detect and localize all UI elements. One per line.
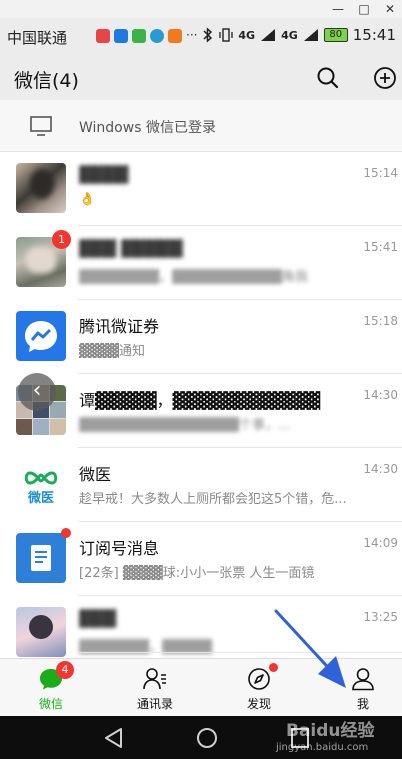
app-notification-icon (132, 29, 146, 43)
search-icon[interactable] (313, 63, 343, 93)
network-type-label-2: 4G (281, 28, 298, 42)
avatar: 微医 (16, 459, 66, 509)
home-icon[interactable] (193, 725, 221, 751)
monitor-icon (30, 116, 52, 136)
more-notifications-icon: ··· (186, 28, 198, 42)
watermark: Baidu经验 jingyan.baidu.com (256, 716, 402, 759)
chat-item[interactable]: 谭▓▓▓▓▓，▓▓▓▓▓▓▓▓▓▓▓▓ ▓▓▓▓▓▓▓▓▓▓▓▓▓▓▓▓个事，.… (0, 374, 402, 448)
chat-name: ▓▓▓ (79, 609, 116, 628)
watermark-logo-text: Baidu经验 (286, 721, 375, 741)
chat-preview: [22条] ▓▓▓▓球:小小一张票 人生一面镜 (79, 566, 315, 581)
tab-label: 通讯录 (136, 697, 173, 711)
compass-icon (248, 668, 270, 690)
unread-badge: 1 (52, 230, 71, 249)
tab-chats[interactable]: 4 微信 (16, 659, 86, 717)
taobao-icon (168, 29, 182, 43)
chat-name: 腾讯微证券 (79, 317, 160, 336)
close-button[interactable]: ✕ (380, 1, 400, 17)
chat-name: 订阅号消息 (79, 539, 160, 558)
chat-time: 15:41 (363, 240, 398, 254)
alipay-icon (114, 29, 128, 43)
window-title-bar: — □ ✕ (0, 0, 402, 18)
chat-name: 谭▓▓▓▓▓，▓▓▓▓▓▓▓▓▓▓▓▓ (79, 391, 321, 410)
weiyi-logo-icon: 微医 (24, 471, 58, 506)
clock: 15:41 (352, 26, 396, 44)
new-activity-dot (269, 663, 278, 672)
avatar (16, 533, 66, 583)
person-icon (352, 668, 374, 691)
chat-item[interactable]: 订阅号消息 [22条] ▓▓▓▓球:小小一张票 人生一面镜 14:09 (0, 522, 402, 596)
windows-login-banner[interactable]: Windows 微信已登录 (0, 100, 402, 152)
chat-item[interactable]: ▓▓▓ ▓▓▓▓▓▓▓，▓▓▓▓▓ 13:25 (0, 596, 402, 657)
add-icon[interactable] (370, 63, 400, 93)
avatar (16, 163, 66, 213)
avatar (16, 311, 66, 361)
avatar (16, 607, 66, 657)
page-title: 微信(4) (14, 70, 79, 92)
back-icon[interactable] (100, 725, 128, 751)
chat-preview: 趁早戒！大多数人上厕所都会犯这5个错，危... (79, 492, 347, 507)
unread-count-badge: 4 (56, 661, 74, 679)
messenger-logo-icon (25, 321, 57, 352)
battery-indicator: 80 (323, 28, 348, 42)
chat-time: 14:09 (363, 536, 398, 550)
watermark-url: jingyan.baidu.com (276, 742, 369, 753)
chat-item[interactable]: 微医 微医 趁早戒！大多数人上厕所都会犯这5个错，危... 14:30 (0, 448, 402, 522)
tab-contacts[interactable]: 通讯录 (120, 659, 190, 717)
chat-preview: ▓▓▓▓▓▓▓▓，▓▓▓▓▓▓▓▓▓▓▓角我 (79, 270, 308, 285)
unread-dot (61, 528, 71, 538)
tab-label: 微信 (38, 697, 63, 711)
chat-preview: ▓▓▓▓▓▓▓▓▓▓▓▓▓▓▓▓个事，... (79, 418, 291, 433)
subscription-icon (31, 545, 51, 571)
tab-label: 我 (356, 697, 369, 711)
chat-preview: 👌 (79, 192, 96, 207)
chat-preview: ▓▓▓▓通知 (79, 344, 145, 359)
signal-icon (303, 29, 318, 41)
banner-text: Windows 微信已登录 (79, 120, 216, 136)
app-header: 微信(4) (0, 56, 402, 100)
chat-time: 15:14 (363, 166, 398, 180)
floating-back-button[interactable]: ‹ (18, 373, 56, 411)
chat-item[interactable]: 1 ▓▓▓ ▓▓▓▓▓ ▓▓▓▓▓▓▓▓，▓▓▓▓▓▓▓▓▓▓▓角我 15:41 (0, 226, 402, 300)
maximize-button[interactable]: □ (354, 1, 374, 17)
chat-time: 13:25 (363, 610, 398, 624)
bluetooth-icon (203, 27, 213, 43)
app-notification-icon (150, 29, 164, 43)
svg-text:微医: 微医 (27, 490, 54, 506)
chat-name: 微医 (79, 465, 112, 484)
chat-list: ▓▓▓▓ 👌 15:14 1 ▓▓▓ ▓▓▓▓▓ ▓▓▓▓▓▓▓▓，▓▓▓▓▓▓… (0, 152, 402, 657)
status-indicators: 4G 4G 80 15:41 (202, 26, 396, 44)
chat-time: 15:18 (363, 314, 398, 328)
chat-time: 14:30 (363, 388, 398, 402)
tab-me[interactable]: 我 (328, 659, 398, 717)
tab-discover[interactable]: 发现 (224, 659, 294, 717)
chat-item[interactable]: 腾讯微证券 ▓▓▓▓通知 15:18 (0, 300, 402, 374)
vibrate-icon (219, 28, 234, 42)
chat-item[interactable]: ▓▓▓▓ 👌 15:14 (0, 152, 402, 226)
chat-name: ▓▓▓ ▓▓▓▓▓ (79, 239, 183, 258)
tab-label: 发现 (246, 697, 271, 711)
chat-name: ▓▓▓▓ (79, 165, 129, 184)
chat-preview: ▓▓▓▓▓▓▓，▓▓▓▓▓ (79, 640, 212, 655)
network-type-label: 4G (238, 28, 256, 42)
notification-icons: ··· (96, 29, 197, 43)
signal-icon (261, 29, 276, 41)
minimize-button[interactable]: — (328, 1, 348, 17)
status-bar: 中国联通 ··· 4G 4G 80 15:41 (0, 18, 402, 56)
bottom-tab-bar: 4 微信 通讯录 发现 我 (0, 658, 402, 716)
app-notification-icon (96, 29, 110, 43)
contacts-icon (143, 668, 166, 690)
carrier-label: 中国联通 (7, 29, 68, 47)
chat-time: 14:30 (363, 462, 398, 476)
